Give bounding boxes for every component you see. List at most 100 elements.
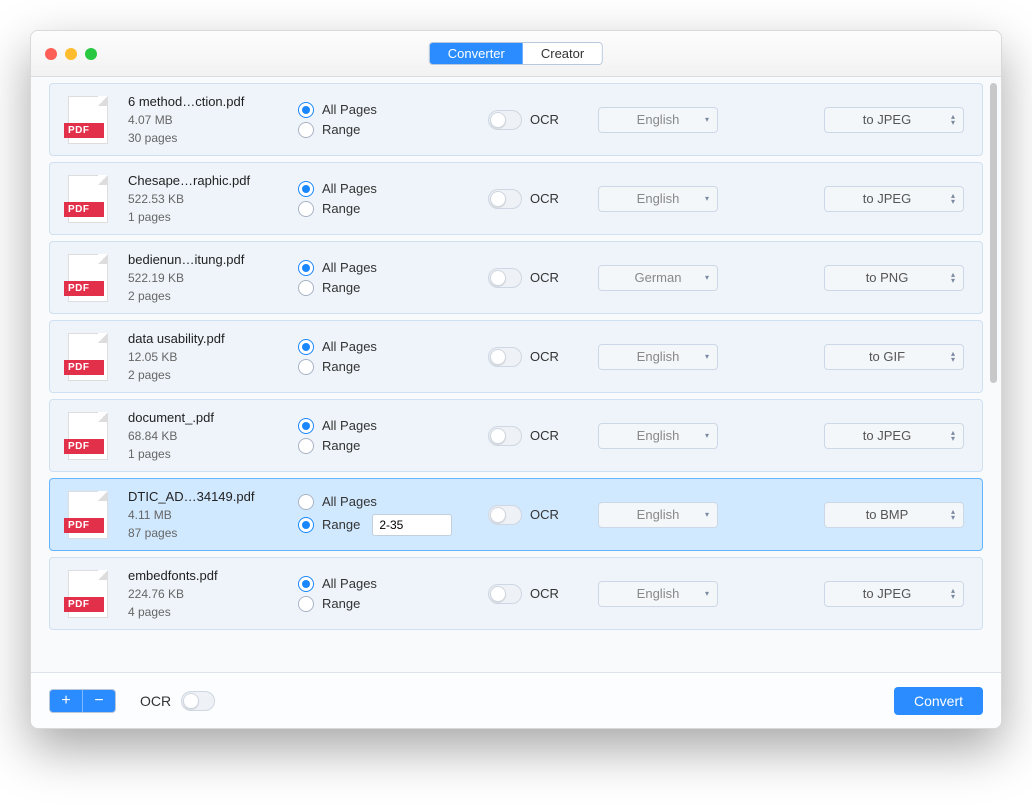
radio-range[interactable] [298, 201, 314, 217]
radio-all-pages[interactable] [298, 418, 314, 434]
ocr-language-select[interactable]: English ▾ [598, 502, 718, 528]
radio-all-pages[interactable] [298, 494, 314, 510]
remove-file-button[interactable]: − [83, 690, 115, 712]
file-name: 6 method…ction.pdf [128, 94, 278, 109]
ocr-label: OCR [530, 112, 559, 127]
add-remove-control: + − [49, 689, 116, 713]
output-format-select[interactable]: to JPEG ▴▾ [824, 423, 964, 449]
radio-range[interactable] [298, 438, 314, 454]
ocr-group: OCR [488, 347, 578, 367]
zoom-window-button[interactable] [85, 48, 97, 60]
tab-creator[interactable]: Creator [523, 43, 602, 64]
range-label: Range [322, 438, 360, 453]
radio-all-pages[interactable] [298, 181, 314, 197]
ocr-language-value: English [637, 586, 680, 601]
radio-all-pages[interactable] [298, 102, 314, 118]
titlebar: Converter Creator [31, 31, 1001, 77]
radio-range[interactable] [298, 280, 314, 296]
range-option[interactable]: Range [298, 280, 468, 296]
file-row[interactable]: PDF 6 method…ction.pdf 4.07 MB 30 pages … [49, 83, 983, 156]
global-ocr-toggle[interactable] [181, 691, 215, 711]
close-window-button[interactable] [45, 48, 57, 60]
radio-all-pages[interactable] [298, 339, 314, 355]
ocr-language-select[interactable]: English ▾ [598, 186, 718, 212]
ocr-language-value: English [637, 349, 680, 364]
radio-all-pages[interactable] [298, 260, 314, 276]
output-format-select[interactable]: to JPEG ▴▾ [824, 581, 964, 607]
ocr-toggle[interactable] [488, 110, 522, 130]
all-pages-option[interactable]: All Pages [298, 181, 468, 197]
ocr-label: OCR [530, 349, 559, 364]
output-format-select[interactable]: to JPEG ▴▾ [824, 186, 964, 212]
minimize-window-button[interactable] [65, 48, 77, 60]
chevron-down-icon: ▾ [705, 196, 709, 202]
ocr-language-value: English [637, 191, 680, 206]
pdf-badge: PDF [64, 281, 104, 296]
output-format-value: to JPEG [863, 586, 911, 601]
chevron-down-icon: ▾ [705, 512, 709, 518]
convert-button[interactable]: Convert [894, 687, 983, 715]
file-row[interactable]: PDF data usability.pdf 12.05 KB 2 pages … [49, 320, 983, 393]
scrollbar-thumb[interactable] [990, 83, 997, 383]
radio-range[interactable] [298, 596, 314, 612]
range-label: Range [322, 280, 360, 295]
file-meta: bedienun…itung.pdf 522.19 KB 2 pages [128, 252, 278, 303]
file-row[interactable]: PDF document_.pdf 68.84 KB 1 pages All P… [49, 399, 983, 472]
chevron-down-icon: ▾ [705, 433, 709, 439]
file-name: Chesape…raphic.pdf [128, 173, 278, 188]
tab-converter[interactable]: Converter [430, 43, 523, 64]
ocr-group: OCR [488, 505, 578, 525]
file-row[interactable]: PDF embedfonts.pdf 224.76 KB 4 pages All… [49, 557, 983, 630]
ocr-language-select[interactable]: English ▾ [598, 581, 718, 607]
chevron-updown-icon: ▴▾ [951, 272, 955, 284]
ocr-language-select[interactable]: English ▾ [598, 107, 718, 133]
output-format-select[interactable]: to JPEG ▴▾ [824, 107, 964, 133]
app-window: Converter Creator PDF 6 method…ction.pdf… [30, 30, 1002, 729]
all-pages-option[interactable]: All Pages [298, 418, 468, 434]
file-pages: 2 pages [128, 289, 278, 303]
ocr-language-select[interactable]: German ▾ [598, 265, 718, 291]
pdf-badge: PDF [64, 360, 104, 375]
file-list: PDF 6 method…ction.pdf 4.07 MB 30 pages … [31, 77, 1001, 672]
radio-range[interactable] [298, 122, 314, 138]
ocr-language-select[interactable]: English ▾ [598, 344, 718, 370]
all-pages-option[interactable]: All Pages [298, 576, 468, 592]
ocr-toggle[interactable] [488, 347, 522, 367]
radio-all-pages[interactable] [298, 576, 314, 592]
file-row[interactable]: PDF Chesape…raphic.pdf 522.53 KB 1 pages… [49, 162, 983, 235]
range-input[interactable] [372, 514, 452, 536]
all-pages-option[interactable]: All Pages [298, 102, 468, 118]
ocr-toggle[interactable] [488, 584, 522, 604]
radio-range[interactable] [298, 517, 314, 533]
file-name: DTIC_AD…34149.pdf [128, 489, 278, 504]
range-option[interactable]: Range [298, 122, 468, 138]
output-format-select[interactable]: to BMP ▴▾ [824, 502, 964, 528]
ocr-toggle[interactable] [488, 505, 522, 525]
ocr-group: OCR [488, 268, 578, 288]
chevron-updown-icon: ▴▾ [951, 114, 955, 126]
range-option[interactable]: Range [298, 514, 468, 536]
ocr-language-select[interactable]: English ▾ [598, 423, 718, 449]
ocr-toggle[interactable] [488, 426, 522, 446]
output-format-select[interactable]: to GIF ▴▾ [824, 344, 964, 370]
range-option[interactable]: Range [298, 359, 468, 375]
range-option[interactable]: Range [298, 201, 468, 217]
file-size: 522.19 KB [128, 271, 278, 285]
pdf-file-icon: PDF [68, 175, 108, 223]
ocr-toggle[interactable] [488, 189, 522, 209]
ocr-language-value: English [637, 428, 680, 443]
ocr-group: OCR [488, 189, 578, 209]
range-option[interactable]: Range [298, 438, 468, 454]
output-format-select[interactable]: to PNG ▴▾ [824, 265, 964, 291]
file-pages: 1 pages [128, 210, 278, 224]
all-pages-option[interactable]: All Pages [298, 339, 468, 355]
ocr-toggle[interactable] [488, 268, 522, 288]
range-option[interactable]: Range [298, 596, 468, 612]
file-row[interactable]: PDF bedienun…itung.pdf 522.19 KB 2 pages… [49, 241, 983, 314]
file-pages: 4 pages [128, 605, 278, 619]
radio-range[interactable] [298, 359, 314, 375]
file-row[interactable]: PDF DTIC_AD…34149.pdf 4.11 MB 87 pages A… [49, 478, 983, 551]
add-file-button[interactable]: + [50, 690, 82, 712]
all-pages-option[interactable]: All Pages [298, 260, 468, 276]
all-pages-option[interactable]: All Pages [298, 494, 468, 510]
